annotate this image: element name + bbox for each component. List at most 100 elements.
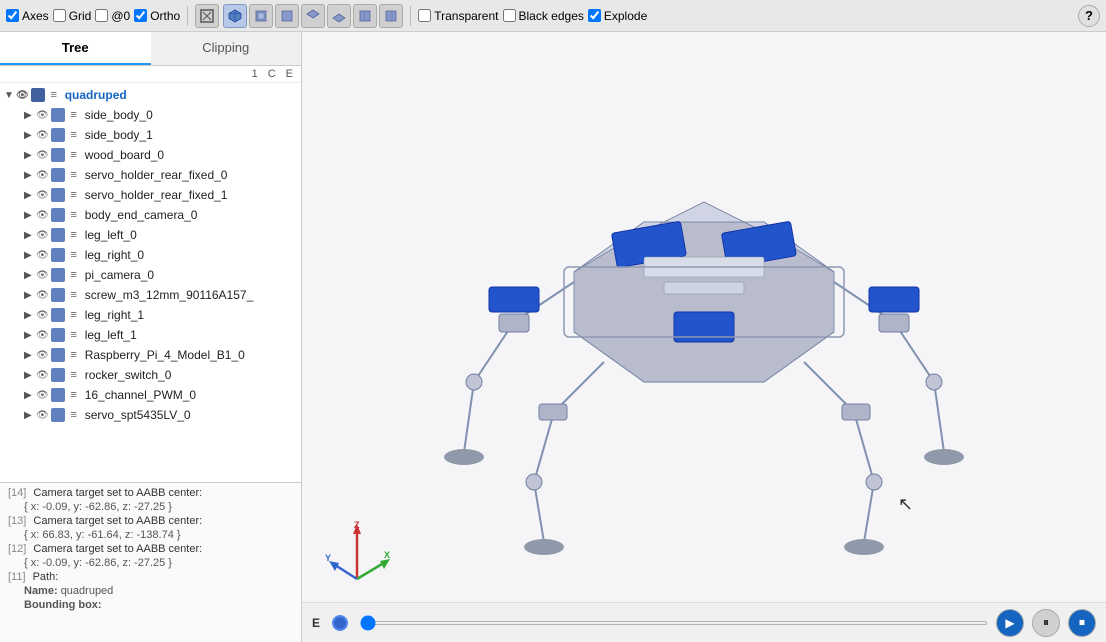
settings-icon: ≡	[67, 408, 81, 422]
tree-item-wood-board-0[interactable]: ▶ 👁 ≡ wood_board_0	[0, 145, 301, 165]
visibility-icon[interactable]: 👁	[36, 330, 49, 341]
tree-icons: 👁 ≡	[36, 168, 81, 182]
tree-item-side-body-1[interactable]: ▶ 👁 ≡ side_body_1	[0, 125, 301, 145]
tree-item-servo-spt5435[interactable]: ▶ 👁 ≡ servo_spt5435LV_0	[0, 405, 301, 425]
cube-icon	[51, 408, 65, 422]
view-right-button[interactable]	[379, 4, 403, 28]
expand-arrow: ▶	[24, 170, 36, 181]
visibility-icon[interactable]: 👁	[36, 170, 49, 181]
settings-icon: ≡	[67, 328, 81, 342]
visibility-icon[interactable]: 👁	[36, 130, 49, 141]
tab-clipping[interactable]: Clipping	[151, 32, 302, 65]
explode-checkbox-label[interactable]: Explode	[588, 9, 647, 23]
tree-item-root-quadruped[interactable]: ▼ 👁 ≡ quadruped	[0, 85, 301, 105]
expand-arrow: ▶	[24, 230, 36, 241]
visibility-icon[interactable]: 👁	[36, 370, 49, 381]
axes-checkbox-label[interactable]: Axes	[6, 9, 49, 23]
right-view-icon	[383, 8, 399, 24]
console-bbox: Bounding box:	[8, 599, 293, 611]
help-button[interactable]: ?	[1078, 5, 1100, 27]
stop-button[interactable]: ⏹	[1068, 609, 1096, 637]
tree-item-side-body-0[interactable]: ▶ 👁 ≡ side_body_0	[0, 105, 301, 125]
axes-indicator: Z X Y	[322, 519, 392, 592]
pause-button[interactable]: ⏸	[1032, 609, 1060, 637]
visibility-icon[interactable]: 👁	[36, 250, 49, 261]
visibility-icon[interactable]: 👁	[36, 150, 49, 161]
toolbar: Axes Grid @0 Ortho	[0, 0, 1106, 32]
at0-checkbox[interactable]	[95, 9, 108, 22]
tree-item-body-end-camera-0[interactable]: ▶ 👁 ≡ body_end_camera_0	[0, 205, 301, 225]
play-button[interactable]: ▶	[996, 609, 1024, 637]
playback-bar: E ▶ ⏸ ⏹	[302, 602, 1106, 642]
settings-icon: ≡	[67, 368, 81, 382]
item-label: leg_left_1	[85, 328, 137, 342]
view-buttons	[223, 4, 403, 28]
cube-icon	[51, 268, 65, 282]
tree-item-leg-right-1[interactable]: ▶ 👁 ≡ leg_right_1	[0, 305, 301, 325]
ortho-checkbox[interactable]	[134, 9, 147, 22]
view-fit-button[interactable]	[195, 4, 219, 28]
view-iso-button[interactable]	[223, 4, 247, 28]
tab-tree[interactable]: Tree	[0, 32, 151, 65]
tree-item-leg-right-0[interactable]: ▶ 👁 ≡ leg_right_0	[0, 245, 301, 265]
playback-position-dot[interactable]	[332, 615, 348, 631]
axes-checkbox[interactable]	[6, 9, 19, 22]
viewport[interactable]: ↖ Z X Y E	[302, 32, 1106, 642]
transparent-checkbox-label[interactable]: Transparent	[418, 9, 498, 23]
console-detail-12: { x: -0.09, y: -62.86, z: -27.25 }	[8, 557, 293, 569]
tree-item-servo-holder-rear-fixed-0[interactable]: ▶ 👁 ≡ servo_holder_rear_fixed_0	[0, 165, 301, 185]
grid-label: Grid	[69, 9, 92, 23]
black-edges-checkbox-label[interactable]: Black edges	[503, 9, 584, 23]
settings-icon: ≡	[67, 208, 81, 222]
view-left-button[interactable]	[353, 4, 377, 28]
view-top-button[interactable]	[301, 4, 325, 28]
visibility-icon[interactable]: 👁	[36, 210, 49, 221]
visibility-icon-quadruped[interactable]: 👁	[16, 90, 29, 101]
expand-arrow: ▶	[24, 370, 36, 381]
tree-item-16channel-pwm[interactable]: ▶ 👁 ≡ 16_channel_PWM_0	[0, 385, 301, 405]
visibility-icon[interactable]: 👁	[36, 350, 49, 361]
visibility-icon[interactable]: 👁	[36, 310, 49, 321]
tree-item-raspberry-pi[interactable]: ▶ 👁 ≡ Raspberry_Pi_4_Model_B1_0	[0, 345, 301, 365]
visibility-icon[interactable]: 👁	[36, 410, 49, 421]
item-label: side_body_1	[85, 128, 153, 142]
cube-icon	[51, 308, 65, 322]
separator-1	[187, 6, 188, 26]
robot-svg	[414, 72, 994, 552]
visibility-icon[interactable]: 👁	[36, 270, 49, 281]
visibility-icon[interactable]: 👁	[36, 230, 49, 241]
black-edges-checkbox[interactable]	[503, 9, 516, 22]
tree-item-leg-left-1[interactable]: ▶ 👁 ≡ leg_left_1	[0, 325, 301, 345]
console-text: Path:	[33, 571, 59, 583]
visibility-icon[interactable]: 👁	[36, 190, 49, 201]
grid-checkbox[interactable]	[53, 9, 66, 22]
view-back-button[interactable]	[275, 4, 299, 28]
console-bold-bbox: Bounding box:	[24, 599, 102, 611]
cube-icon	[51, 248, 65, 262]
visibility-icon[interactable]: 👁	[36, 290, 49, 301]
group-cube-icon-quadruped	[31, 88, 45, 102]
console-line-12: [12] Camera target set to AABB center:	[8, 543, 293, 555]
tree-item-rocker-switch[interactable]: ▶ 👁 ≡ rocker_switch_0	[0, 365, 301, 385]
explode-checkbox[interactable]	[588, 9, 601, 22]
tree-item-pi-camera-0[interactable]: ▶ 👁 ≡ pi_camera_0	[0, 265, 301, 285]
console-panel: [14] Camera target set to AABB center: {…	[0, 482, 301, 642]
view-bottom-button[interactable]	[327, 4, 351, 28]
visibility-icon[interactable]: 👁	[36, 110, 49, 121]
iso-cube-icon	[227, 8, 243, 24]
visibility-icon[interactable]: 👁	[36, 390, 49, 401]
view-front-button[interactable]	[249, 4, 273, 28]
playback-slider[interactable]	[360, 621, 988, 625]
tree-icons: 👁 ≡	[36, 328, 81, 342]
grid-checkbox-label[interactable]: Grid	[53, 9, 92, 23]
tree-icons: 👁 ≡	[36, 288, 81, 302]
tree-item-servo-holder-rear-fixed-1[interactable]: ▶ 👁 ≡ servo_holder_rear_fixed_1	[0, 185, 301, 205]
ortho-checkbox-label[interactable]: Ortho	[134, 9, 180, 23]
tree-item-screw[interactable]: ▶ 👁 ≡ screw_m3_12mm_90116A157_	[0, 285, 301, 305]
at0-checkbox-label[interactable]: @0	[95, 9, 130, 23]
item-label: leg_right_0	[85, 248, 144, 262]
transparent-checkbox[interactable]	[418, 9, 431, 22]
pause-icon: ⏸	[1043, 615, 1049, 630]
item-label: side_body_0	[85, 108, 153, 122]
tree-item-leg-left-0[interactable]: ▶ 👁 ≡ leg_left_0	[0, 225, 301, 245]
